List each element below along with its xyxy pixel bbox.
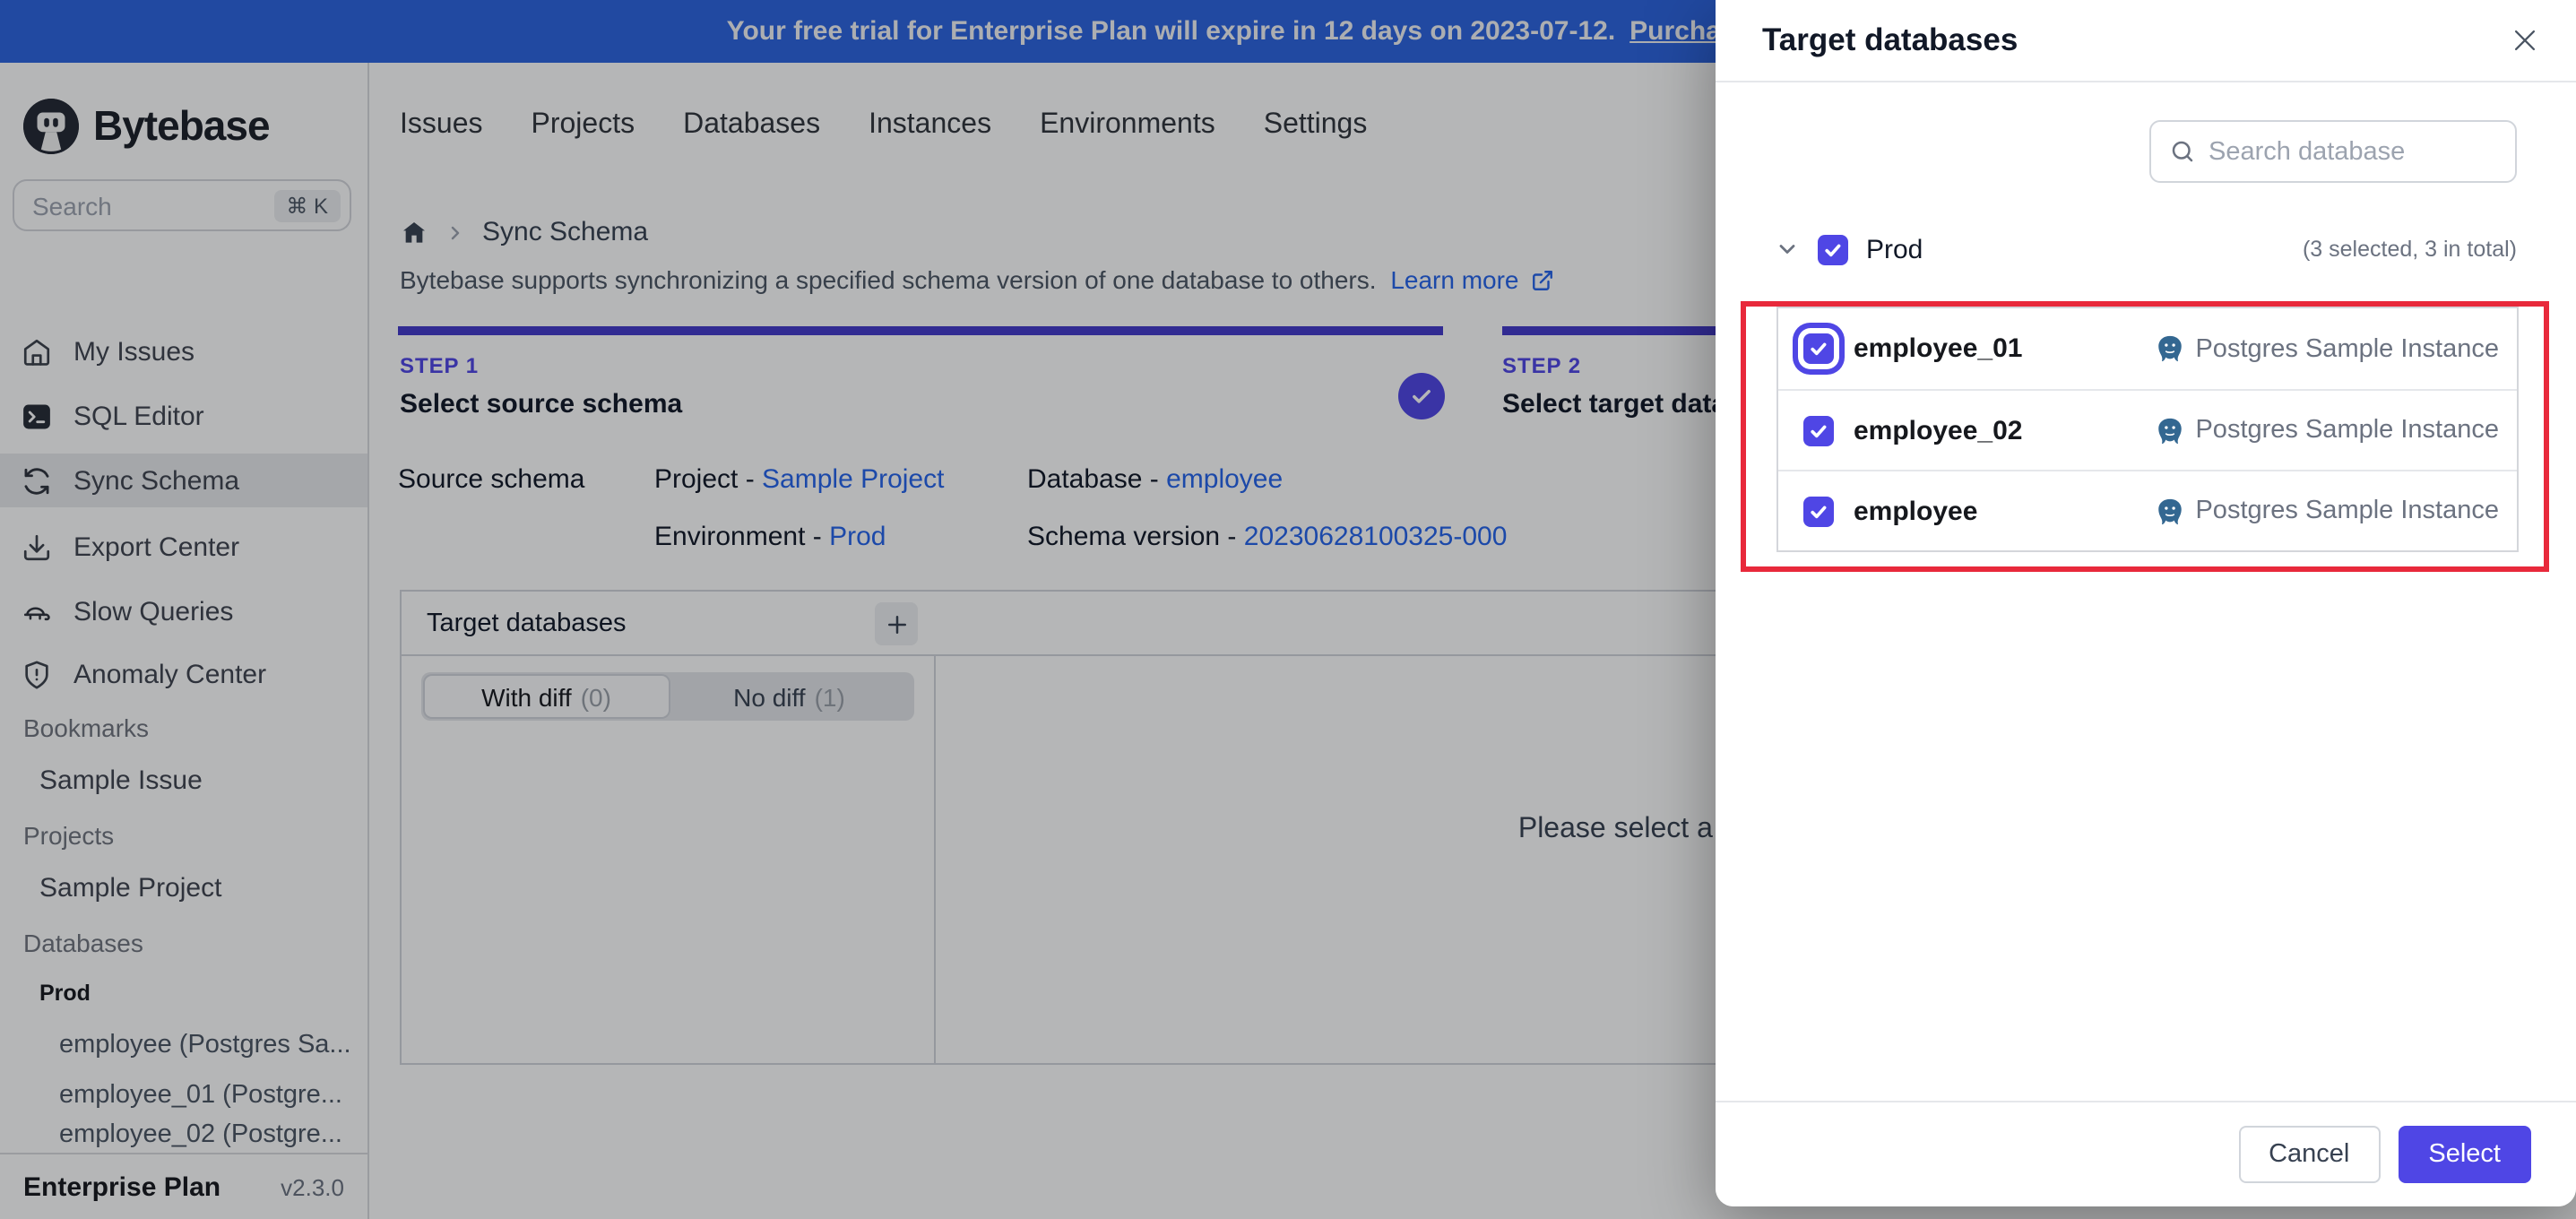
database-list: employee_01 Postgres Sample Instance emp… <box>1776 307 2519 552</box>
instance-name: Postgres Sample Instance <box>2195 416 2499 445</box>
instance-name: Postgres Sample Instance <box>2195 497 2499 525</box>
database-row-employee-02[interactable]: employee_02 Postgres Sample Instance <box>1778 389 2517 470</box>
modal-title: Target databases <box>1762 22 2018 57</box>
chevron-down-icon[interactable] <box>1775 237 1800 262</box>
database-row-employee[interactable]: employee Postgres Sample Instance <box>1778 470 2517 550</box>
prod-group-checkbox[interactable] <box>1818 234 1848 264</box>
instance-info: Postgres Sample Instance <box>2154 333 2499 364</box>
database-row-employee-01[interactable]: employee_01 Postgres Sample Instance <box>1778 308 2517 389</box>
database-checkbox[interactable] <box>1803 415 1834 445</box>
database-search-input[interactable] <box>2209 137 2497 166</box>
select-button[interactable]: Select <box>2398 1126 2531 1183</box>
check-icon <box>1809 420 1828 440</box>
database-name: employee_01 <box>1854 333 2023 364</box>
check-icon <box>1823 239 1843 259</box>
instance-info: Postgres Sample Instance <box>2154 415 2499 445</box>
close-icon[interactable] <box>2510 25 2540 56</box>
group-name[interactable]: Prod <box>1866 234 1923 264</box>
instance-name: Postgres Sample Instance <box>2195 334 2499 363</box>
postgres-icon <box>2154 333 2184 364</box>
database-checkbox[interactable] <box>1803 333 1834 364</box>
target-databases-modal: Target databases Prod (3 selected, 3 in … <box>1716 0 2576 1206</box>
database-checkbox[interactable] <box>1803 496 1834 526</box>
database-search[interactable] <box>2149 120 2517 183</box>
cancel-button[interactable]: Cancel <box>2238 1126 2381 1183</box>
check-icon <box>1809 501 1828 521</box>
instance-info: Postgres Sample Instance <box>2154 496 2499 526</box>
postgres-icon <box>2154 415 2184 445</box>
selection-summary: (3 selected, 3 in total) <box>2302 237 2517 262</box>
modal-footer: Cancel Select <box>1716 1101 2576 1206</box>
postgres-icon <box>2154 496 2184 526</box>
screen: Your free trial for Enterprise Plan will… <box>0 0 2576 1219</box>
check-icon <box>1809 339 1828 359</box>
search-icon <box>2169 138 2196 165</box>
modal-header: Target databases <box>1716 0 2576 82</box>
database-name: employee_02 <box>1854 415 2023 445</box>
environment-group-row: Prod (3 selected, 3 in total) <box>1775 226 2517 272</box>
database-name: employee <box>1854 496 1978 526</box>
